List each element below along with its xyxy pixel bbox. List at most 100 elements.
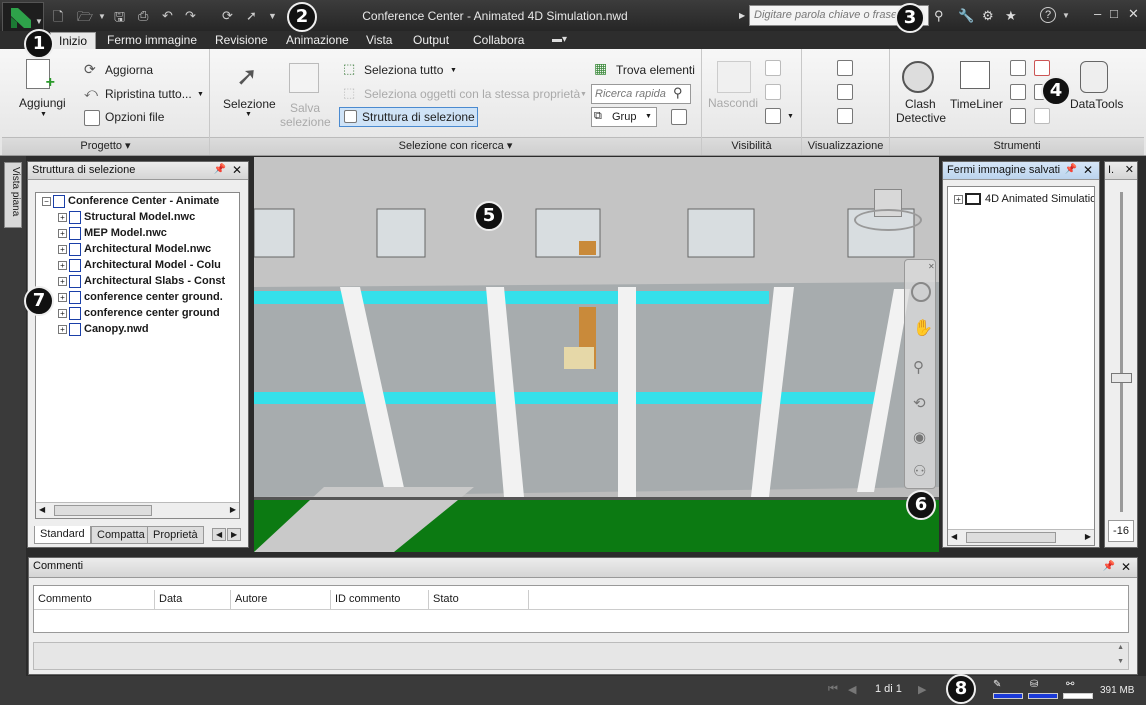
require-icon[interactable] xyxy=(765,60,781,76)
steering-wheel-icon[interactable] xyxy=(911,282,931,302)
horizontal-scrollbar[interactable]: ◀ ▶ xyxy=(36,502,239,518)
pan-hand-icon[interactable]: ✋ xyxy=(913,318,933,338)
tab-output[interactable]: Output xyxy=(405,32,457,49)
selezione-dropdown-icon[interactable]: ▼ xyxy=(245,111,252,118)
customize-dropdown-icon[interactable]: ▼ xyxy=(268,11,277,21)
tabs-scroll-right-icon[interactable]: ▶ xyxy=(227,528,242,541)
column-header[interactable]: Data xyxy=(155,590,231,610)
search-expand-icon[interactable]: ▶ xyxy=(739,11,745,20)
tree-row[interactable]: + conference center ground. xyxy=(36,289,239,305)
opzioni-file-button[interactable]: Opzioni file xyxy=(105,110,164,124)
expand-icon[interactable]: + xyxy=(58,244,67,254)
tab-fermo-immagine[interactable]: Fermo immagine xyxy=(99,32,205,49)
scroll-right-icon[interactable]: ▶ xyxy=(230,505,236,514)
group-strumenti[interactable]: Strumenti xyxy=(890,137,1144,155)
group-visualizzazione[interactable]: Visualizzazione xyxy=(802,137,889,155)
scroll-left-icon[interactable]: ◀ xyxy=(951,532,957,541)
prev-page-icon[interactable]: ◀ xyxy=(848,683,856,696)
ripristina-dropdown-icon[interactable]: ▼ xyxy=(197,91,204,98)
tab-inizio[interactable]: Inizio xyxy=(50,32,97,49)
3d-viewport[interactable]: ✕ ✋ ⚲ ⟲ ◉ ⚇ xyxy=(254,157,939,552)
comment-text-area[interactable]: ▲ ▼ xyxy=(33,642,1129,670)
tree-row[interactable]: + conference center ground xyxy=(36,305,239,321)
redo-icon[interactable]: ↷ xyxy=(185,8,196,24)
pin-icon[interactable]: 📌 xyxy=(1065,164,1077,175)
struttura-selezione-button[interactable]: Struttura di selezione xyxy=(339,107,478,127)
column-header[interactable]: Commento xyxy=(34,590,155,610)
datatools-button[interactable]: DataTools xyxy=(1070,97,1123,111)
horizontal-scrollbar[interactable]: ◀ ▶ xyxy=(948,529,1094,545)
saved-viewpoint-row[interactable]: +4D Animated Simulatio xyxy=(948,191,1094,207)
first-page-icon[interactable]: ⏮ xyxy=(828,683,838,696)
grup-dropdown-icon[interactable]: ▼ xyxy=(645,113,652,120)
tree-row[interactable]: + MEP Model.nwc xyxy=(36,225,239,241)
slider-value[interactable]: -16 xyxy=(1108,520,1134,542)
scroll-up-icon[interactable]: ▲ xyxy=(1117,644,1124,651)
tree-row[interactable]: + Architectural Model - Colu xyxy=(36,257,239,273)
tree-row[interactable]: + Canopy.nwd xyxy=(36,321,239,337)
expand-icon[interactable]: + xyxy=(58,324,67,334)
tab-collabora[interactable]: Collabora xyxy=(465,32,532,49)
close-panel-icon[interactable]: ✕ xyxy=(1121,560,1131,574)
scroll-thumb[interactable] xyxy=(54,505,152,516)
open-folder-icon[interactable]: 🗁 xyxy=(77,8,93,30)
zoom-icon[interactable]: ⚲ xyxy=(913,358,924,376)
tree-root-row[interactable]: − Conference Center - Animate xyxy=(36,193,239,209)
group-selezione-ricerca[interactable]: Selezione con ricerca ▾ xyxy=(210,137,701,155)
close-panel-icon[interactable]: ✕ xyxy=(232,163,242,177)
compare-icon[interactable] xyxy=(1034,108,1050,124)
favorites-star-icon[interactable]: ★ xyxy=(1005,8,1017,24)
selezione-button[interactable]: Selezione xyxy=(223,97,276,111)
unhide-dropdown-icon[interactable]: ▼ xyxy=(787,113,794,120)
sets-manage-icon[interactable] xyxy=(671,109,687,125)
aggiorna-button[interactable]: Aggiorna xyxy=(105,63,153,77)
tab-standard[interactable]: Standard xyxy=(34,526,91,544)
scroll-thumb[interactable] xyxy=(966,532,1056,543)
expand-icon[interactable]: + xyxy=(58,308,67,318)
navbar-close-icon[interactable]: ✕ xyxy=(928,262,935,271)
animator-icon[interactable] xyxy=(1010,84,1026,100)
column-header[interactable]: ID commento xyxy=(331,590,429,610)
tab-proprieta[interactable]: Proprietà xyxy=(147,526,204,544)
tree-row[interactable]: + Architectural Slabs - Const xyxy=(36,273,239,289)
collapse-icon[interactable]: − xyxy=(42,196,51,206)
minimize-icon[interactable]: – xyxy=(1094,6,1101,21)
unhide-all-icon[interactable] xyxy=(765,108,781,124)
quick-properties-icon[interactable] xyxy=(837,84,853,100)
batch-utility-icon[interactable] xyxy=(1010,108,1026,124)
binoculars-icon[interactable]: ⚲ xyxy=(934,8,944,24)
pin-icon[interactable]: 📌 xyxy=(1103,561,1115,572)
seleziona-stessa-proprieta-button[interactable]: Seleziona oggetti con la stessa propriet… xyxy=(364,87,580,101)
application-menu-button[interactable]: ▼ xyxy=(2,2,44,32)
seleziona-tutto-button[interactable]: Seleziona tutto xyxy=(364,63,443,77)
expand-icon[interactable]: + xyxy=(58,276,67,286)
tab-compatta[interactable]: Compatta xyxy=(91,526,151,544)
save-icon[interactable]: 🖫 xyxy=(114,8,125,30)
orbit-icon[interactable]: ⟲ xyxy=(913,394,926,412)
salva-selezione-line2[interactable]: selezione xyxy=(280,115,331,129)
tree-row[interactable]: + Structural Model.nwc xyxy=(36,209,239,225)
tab-vista[interactable]: Vista xyxy=(358,32,400,49)
select-arrow-icon[interactable]: ➚ xyxy=(246,8,257,24)
trova-elementi-button[interactable]: Trova elementi xyxy=(616,63,695,77)
vista-piana-tab[interactable]: Vista piana xyxy=(4,162,22,228)
appearance-profiler-icon[interactable] xyxy=(1034,60,1050,76)
look-around-icon[interactable]: ◉ xyxy=(913,428,926,446)
close-panel-icon[interactable]: ✕ xyxy=(1083,163,1093,177)
expand-icon[interactable]: + xyxy=(58,260,67,270)
ribbon-toggle-icon[interactable]: ▬▾ xyxy=(552,34,567,45)
walk-icon[interactable]: ⚇ xyxy=(913,462,926,480)
quick-find-icon[interactable]: ⚲ xyxy=(673,85,683,101)
undo-icon[interactable]: ↶ xyxy=(162,8,173,24)
expand-icon[interactable]: + xyxy=(954,194,963,204)
expand-icon[interactable]: + xyxy=(58,292,67,302)
pin-icon[interactable]: 📌 xyxy=(214,164,226,175)
close-window-icon[interactable]: ✕ xyxy=(1128,6,1139,22)
expand-icon[interactable]: + xyxy=(58,228,67,238)
help-icon[interactable]: ? xyxy=(1040,7,1056,23)
refresh-icon[interactable]: ⟳ xyxy=(222,8,233,24)
salva-selezione-line1[interactable]: Salva xyxy=(290,101,320,115)
new-file-icon[interactable]: 🗋 xyxy=(53,8,63,30)
slider-track[interactable] xyxy=(1120,192,1123,512)
aggiungi-dropdown-icon[interactable]: ▼ xyxy=(40,111,47,118)
